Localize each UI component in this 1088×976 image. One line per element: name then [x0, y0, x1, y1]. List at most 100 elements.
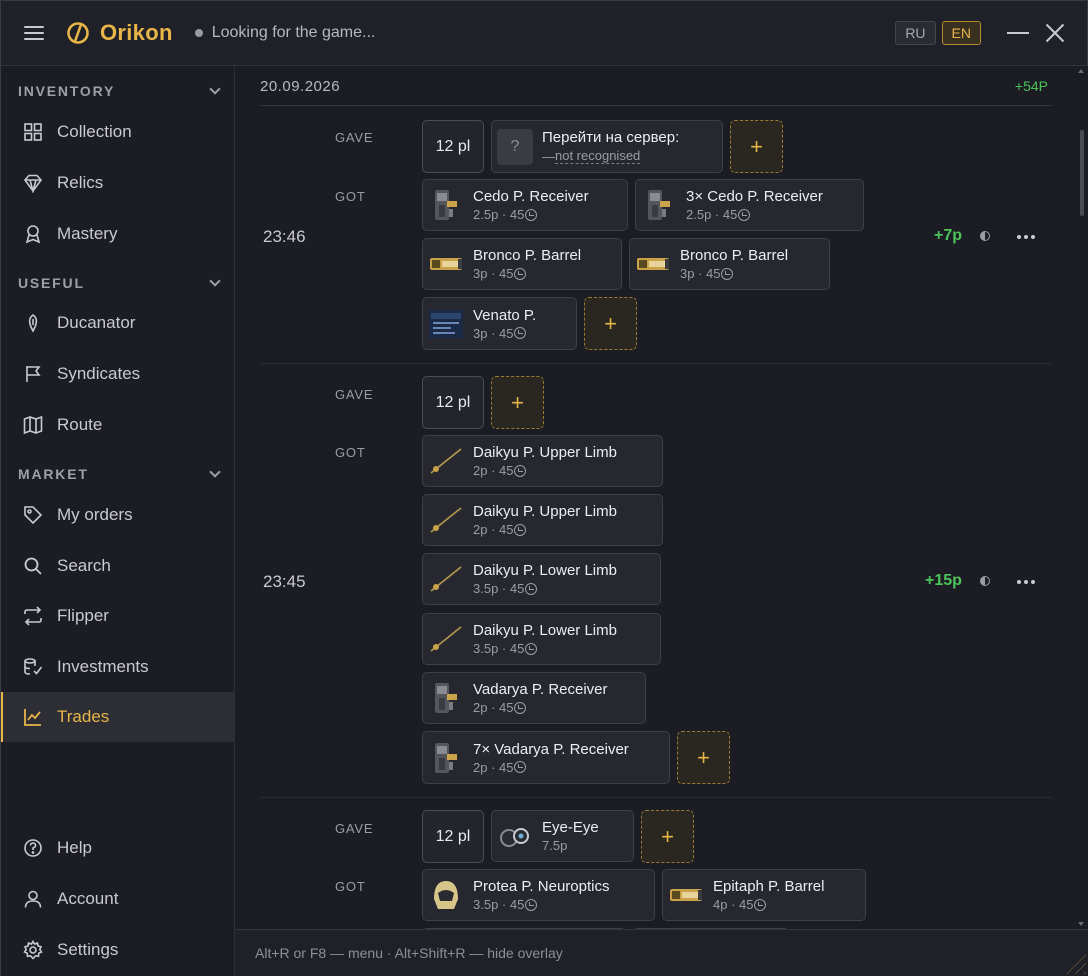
sidebar-item-my-orders[interactable]: My orders [1, 490, 235, 540]
item-meta: 3p · 45 [680, 266, 721, 281]
sidebar-item-trades[interactable]: Trades [1, 692, 235, 742]
sidebar-item-settings[interactable]: Settings [1, 925, 235, 975]
item-name: Venato P. [473, 306, 537, 324]
half-circle-icon[interactable] [980, 231, 990, 241]
item-name: 3× Cedo P. Receiver [686, 188, 823, 205]
sidebar-item-label: Ducanator [57, 313, 136, 332]
item-card-unrecognised[interactable]: ? Перейти на сервер: — not recognised [491, 120, 723, 173]
sidebar-item-help[interactable]: Help [1, 823, 235, 873]
section-market-title: MARKET [18, 466, 89, 482]
scrollbar[interactable] [1080, 130, 1084, 216]
sidebar-item-relics[interactable]: Relics [1, 158, 235, 208]
got-label: GOT [335, 445, 366, 460]
sidebar-item-label: Syndicates [57, 364, 141, 383]
section-useful-title: USEFUL [18, 275, 85, 291]
sidebar-item-mastery[interactable]: Mastery [1, 209, 235, 259]
item-card[interactable]: 3× Cedo P. Receiver 2.5p · 45 [635, 179, 864, 231]
trade-divider [260, 363, 1052, 364]
helmet-icon [428, 877, 464, 913]
half-circle-icon[interactable] [980, 576, 990, 586]
sidebar-item-syndicates[interactable]: Syndicates [1, 349, 235, 399]
item-card[interactable]: Daikyu P. Upper Limb 2p · 45 [422, 435, 663, 487]
scroll-down-icon[interactable] [1078, 922, 1084, 926]
medal-icon [22, 223, 44, 245]
item-card[interactable]: Venato P. 3p · 45 [422, 297, 577, 350]
add-gave-button[interactable]: + [641, 810, 694, 863]
receiver-icon [428, 740, 464, 776]
minimize-icon[interactable] [1007, 32, 1029, 34]
blueprint-icon [428, 306, 464, 342]
add-got-button[interactable]: + [584, 297, 637, 350]
add-got-button[interactable]: + [677, 731, 730, 784]
map-icon [22, 414, 44, 436]
item-name: Daikyu P. Upper Limb [473, 503, 617, 520]
item-card[interactable]: Bronco P. Barrel 3p · 45 [422, 238, 622, 290]
status-dot-icon [194, 29, 203, 37]
more-icon[interactable] [1017, 580, 1035, 584]
item-card[interactable]: Daikyu P. Lower Limb 3.5p · 45 [422, 553, 661, 605]
diamond-icon [22, 172, 44, 194]
sidebar-item-label: Investments [57, 657, 149, 676]
plat-chip[interactable]: 12 pl [422, 810, 484, 863]
close-icon[interactable] [1043, 21, 1067, 45]
section-useful[interactable]: USEFUL [18, 273, 223, 293]
add-gave-button[interactable]: + [730, 120, 783, 173]
chart-line-icon [22, 706, 44, 728]
item-card[interactable]: 7× Vadarya P. Receiver 2p · 45 [422, 731, 670, 784]
item-card[interactable]: Daikyu P. Lower Limb 3.5p · 45 [422, 613, 661, 665]
plat-chip[interactable]: 12 pl [422, 120, 484, 173]
sidebar-item-collection[interactable]: Collection [1, 107, 235, 157]
sidebar-item-search[interactable]: Search [1, 541, 235, 591]
item-card[interactable]: Epitaph P. Barrel 4p · 45 [662, 869, 866, 921]
item-name: Перейти на сервер: [542, 129, 680, 146]
sidebar-item-flipper[interactable]: Flipper [1, 591, 235, 641]
clock-icon [514, 701, 527, 714]
plat-chip[interactable]: 12 pl [422, 376, 484, 429]
pin-icon [22, 312, 44, 334]
coins-check-icon [22, 656, 44, 678]
item-card[interactable]: Daikyu P. Upper Limb 2p · 45 [422, 494, 663, 546]
resize-grip-icon[interactable] [1064, 952, 1086, 974]
lang-en-button[interactable]: EN [941, 21, 981, 45]
menu-icon[interactable] [24, 26, 44, 40]
item-card[interactable]: Eye-Eye 7.5p [491, 810, 634, 862]
sidebar-item-label: Collection [57, 122, 132, 141]
sidebar-item-label: Account [57, 889, 119, 908]
sidebar-item-account[interactable]: Account [1, 874, 235, 924]
sidebar-item-label: Route [57, 415, 103, 434]
clock-icon [514, 464, 527, 477]
section-market[interactable]: MARKET [18, 464, 223, 484]
scroll-up-icon[interactable] [1078, 69, 1084, 73]
sidebar-item-ducanator[interactable]: Ducanator [1, 298, 235, 348]
more-icon[interactable] [1017, 235, 1035, 239]
section-inventory[interactable]: INVENTORY [18, 81, 223, 101]
item-card[interactable]: Protea P. Neuroptics 3.5p · 45 [422, 869, 655, 921]
item-card[interactable]: Vadarya P. Receiver 2p · 45 [422, 672, 646, 724]
game-status: Looking for the game... [211, 24, 376, 41]
sidebar-item-label: Help [57, 838, 92, 857]
clock-icon [514, 267, 527, 280]
eye-eye-icon [497, 818, 533, 854]
grid-icon [22, 121, 44, 143]
item-card[interactable]: Bronco P. Barrel 3p · 45 [629, 238, 830, 290]
item-meta: 2.5p · 45 [473, 207, 525, 222]
chevron-down-icon[interactable] [209, 83, 221, 95]
barrel-icon [668, 877, 704, 913]
item-card[interactable]: Cedo P. Receiver 2.5p · 45 [422, 179, 628, 231]
section-inventory-title: INVENTORY [18, 83, 116, 99]
lang-ru-button[interactable]: RU [895, 21, 936, 45]
chevron-down-icon[interactable] [209, 466, 221, 478]
sidebar-item-investments[interactable]: Investments [1, 642, 235, 692]
sidebar: INVENTORY Collection Relics Mastery USEF… [0, 66, 235, 976]
item-meta: 2p · 45 [473, 522, 514, 537]
bow-limb-icon [428, 561, 464, 597]
chevron-down-icon[interactable] [209, 275, 221, 287]
gave-label: GAVE [335, 387, 374, 402]
item-meta: 2p · 45 [473, 463, 514, 478]
user-icon [22, 888, 44, 910]
bow-limb-icon [428, 621, 464, 657]
sidebar-item-route[interactable]: Route [1, 400, 235, 450]
add-gave-button[interactable]: + [491, 376, 544, 429]
not-recognised-link[interactable]: not recognised [555, 148, 641, 164]
item-dash: — [542, 148, 555, 164]
